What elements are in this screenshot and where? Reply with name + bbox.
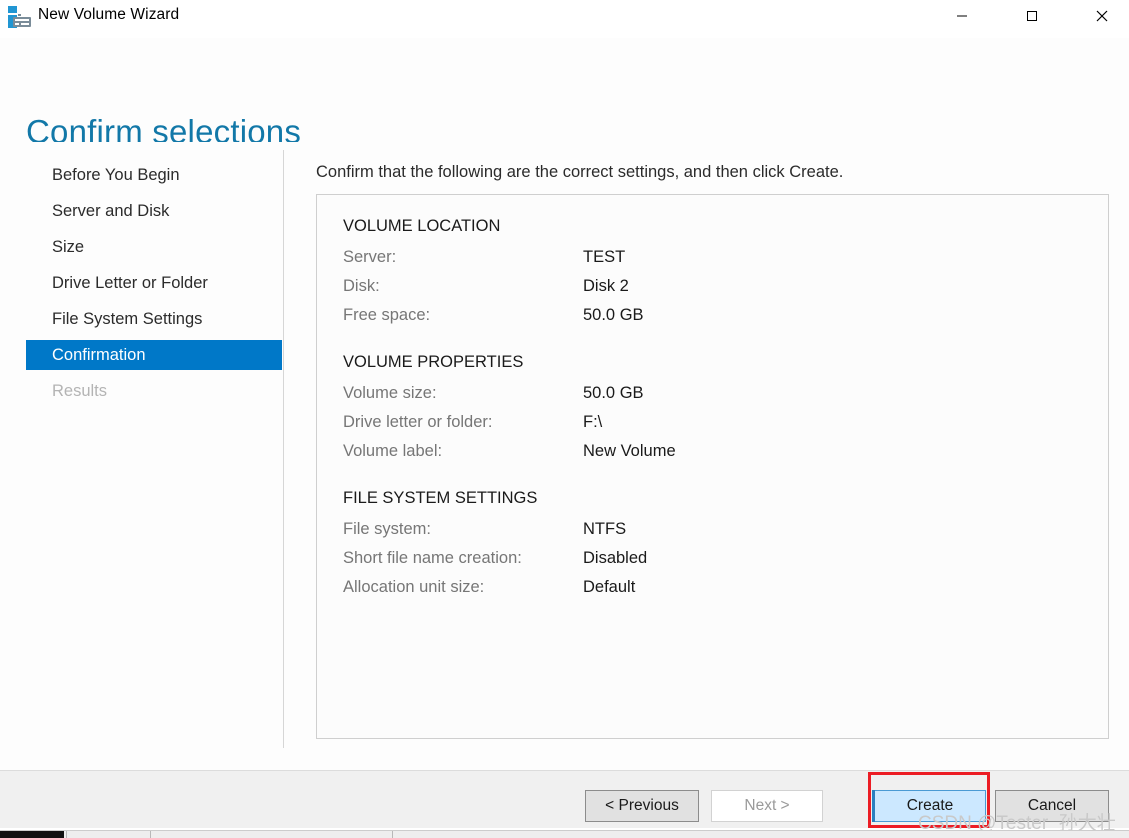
create-button[interactable]: Create [872, 790, 986, 822]
taskbar-strip [0, 830, 1129, 838]
summary-panel: VOLUME LOCATION Server: TEST Disk: Disk … [316, 194, 1109, 739]
sidebar-item-label: Results [52, 381, 108, 400]
sidebar-item-size[interactable]: Size [26, 232, 282, 262]
row-label: Volume size: [343, 384, 437, 402]
summary-group-volume-location: VOLUME LOCATION Server: TEST Disk: Disk … [343, 217, 1083, 330]
row-label: Drive letter or folder: [343, 413, 493, 431]
row-label: Disk: [343, 277, 380, 295]
previous-button[interactable]: < Previous [585, 790, 699, 822]
sidebar-item-label: Before You Begin [52, 165, 180, 184]
sidebar-item-label: Drive Letter or Folder [52, 273, 208, 292]
summary-row: Disk: Disk 2 [343, 272, 1083, 301]
title-bar: New Volume Wizard [0, 0, 1129, 38]
wizard-body: Before You Begin Server and Disk Size Dr… [0, 142, 1129, 770]
wizard-step-list: Before You Begin Server and Disk Size Dr… [0, 142, 283, 770]
sidebar-item-label: File System Settings [52, 309, 203, 328]
sidebar-item-label: Confirmation [52, 345, 146, 364]
row-value: 50.0 GB [583, 384, 644, 402]
sidebar-item-before-you-begin[interactable]: Before You Begin [26, 160, 282, 190]
group-title: VOLUME LOCATION [343, 217, 501, 235]
server-manager-icon [7, 5, 33, 29]
sidebar-item-file-system-settings[interactable]: File System Settings [26, 304, 282, 334]
row-value: New Volume [583, 442, 676, 460]
sidebar-item-label: Size [52, 237, 85, 256]
row-label: Server: [343, 248, 397, 266]
row-value: NTFS [583, 520, 627, 538]
header-band: Confirm selections [0, 38, 1129, 150]
sidebar-item-label: Server and Disk [52, 201, 170, 220]
summary-row: Server: TEST [343, 243, 1083, 272]
row-value: 50.0 GB [583, 306, 644, 324]
summary-row: Short file name creation: Disabled [343, 544, 1083, 573]
row-value: F:\ [583, 413, 603, 431]
taskbar-divider [392, 831, 393, 838]
taskbar-active-item[interactable] [0, 831, 64, 838]
group-title: FILE SYSTEM SETTINGS [343, 489, 538, 507]
maximize-button[interactable] [1009, 0, 1055, 32]
sidebar-item-results: Results [26, 376, 282, 406]
summary-row: Free space: 50.0 GB [343, 301, 1083, 330]
instruction-text: Confirm that the following are the corre… [316, 163, 844, 181]
window-title: New Volume Wizard [38, 6, 180, 23]
wizard-footer: < Previous Next > Create Cancel [0, 770, 1129, 828]
row-value: TEST [583, 248, 626, 266]
summary-row: Drive letter or folder: F:\ [343, 408, 1083, 437]
summary-row: File system: NTFS [343, 515, 1083, 544]
row-value: Disk 2 [583, 277, 629, 295]
minimize-button[interactable] [939, 0, 985, 32]
wizard-content: Confirm that the following are the corre… [283, 142, 1129, 770]
row-value: Disabled [583, 549, 648, 567]
sidebar-item-drive-letter-or-folder[interactable]: Drive Letter or Folder [26, 268, 282, 298]
next-button: Next > [711, 790, 823, 822]
summary-row: Volume label: New Volume [343, 437, 1083, 466]
cancel-button[interactable]: Cancel [995, 790, 1109, 822]
sidebar-item-server-and-disk[interactable]: Server and Disk [26, 196, 282, 226]
row-label: Short file name creation: [343, 549, 522, 567]
group-title: VOLUME PROPERTIES [343, 353, 524, 371]
row-label: File system: [343, 520, 432, 538]
summary-row: Allocation unit size: Default [343, 573, 1083, 602]
row-label: Allocation unit size: [343, 578, 485, 596]
taskbar-divider [66, 831, 67, 838]
sidebar-item-confirmation[interactable]: Confirmation [26, 340, 282, 370]
summary-row: Volume size: 50.0 GB [343, 379, 1083, 408]
taskbar-divider [150, 831, 151, 838]
row-value: Default [583, 578, 636, 596]
close-button[interactable] [1079, 0, 1125, 32]
row-label: Free space: [343, 306, 431, 324]
summary-group-file-system-settings: FILE SYSTEM SETTINGS File system: NTFS S… [343, 489, 1083, 602]
summary-group-volume-properties: VOLUME PROPERTIES Volume size: 50.0 GB D… [343, 353, 1083, 466]
row-label: Volume label: [343, 442, 443, 460]
